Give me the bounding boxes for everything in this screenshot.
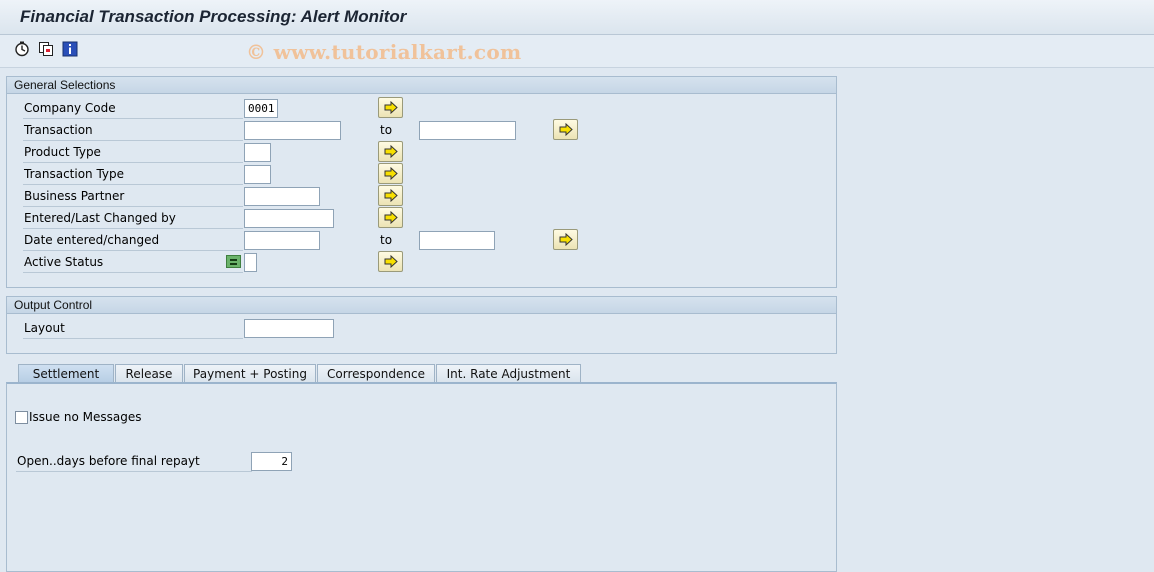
layout-label: Layout	[23, 318, 243, 339]
settlement-tab-panel: Issue no Messages Open..days before fina…	[6, 382, 837, 572]
arrow-right-icon	[384, 145, 398, 158]
transaction-type-label: Transaction Type	[23, 164, 243, 185]
arrow-right-icon	[384, 189, 398, 202]
application-toolbar: © www.tutorialkart.com	[0, 35, 1154, 68]
date-entered-changed-multiple-selection-button[interactable]	[553, 229, 578, 250]
tab-correspondence[interactable]: Correspondence	[317, 364, 435, 383]
transaction-type-input[interactable]	[244, 165, 271, 184]
title-bar: Financial Transaction Processing: Alert …	[0, 0, 1154, 35]
get-variant-icon[interactable]	[38, 41, 54, 57]
tab-settlement[interactable]: Settlement	[18, 364, 114, 383]
general-selections-group: General Selections Company Code Transact…	[6, 76, 837, 288]
tab-payment-posting[interactable]: Payment + Posting	[184, 364, 316, 383]
business-partner-label: Business Partner	[23, 186, 243, 207]
company-code-input[interactable]	[244, 99, 278, 118]
watermark: © www.tutorialkart.com	[246, 40, 522, 64]
date-entered-changed-to-input[interactable]	[419, 231, 495, 250]
page-title: Financial Transaction Processing: Alert …	[20, 7, 407, 26]
entered-changed-by-multiple-selection-button[interactable]	[378, 207, 403, 228]
product-type-label: Product Type	[23, 142, 243, 163]
transaction-to-input[interactable]	[419, 121, 516, 140]
arrow-right-icon	[559, 233, 573, 246]
date-to-label: to	[380, 233, 393, 247]
active-status-multiple-selection-button[interactable]	[378, 251, 403, 272]
tab-release[interactable]: Release	[115, 364, 183, 383]
product-type-input[interactable]	[244, 143, 271, 162]
arrow-right-icon	[559, 123, 573, 136]
equal-option-icon[interactable]	[226, 255, 241, 268]
output-control-group: Output Control Layout	[6, 296, 837, 354]
business-partner-multiple-selection-button[interactable]	[378, 185, 403, 206]
date-entered-changed-label: Date entered/changed	[23, 230, 243, 251]
execute-icon[interactable]	[14, 41, 30, 57]
transaction-multiple-selection-button[interactable]	[553, 119, 578, 140]
program-info-icon[interactable]	[62, 41, 78, 57]
active-status-label: Active Status	[23, 252, 243, 273]
open-days-label: Open..days before final repayt	[16, 451, 252, 472]
tab-int-rate-adjustment[interactable]: Int. Rate Adjustment	[436, 364, 581, 383]
transaction-to-label: to	[380, 123, 393, 137]
issue-no-messages-checkbox[interactable]	[15, 411, 28, 424]
company-code-label: Company Code	[23, 98, 243, 119]
product-type-multiple-selection-button[interactable]	[378, 141, 403, 162]
date-entered-changed-from-input[interactable]	[244, 231, 320, 250]
layout-input[interactable]	[244, 319, 334, 338]
business-partner-input[interactable]	[244, 187, 320, 206]
active-status-input[interactable]	[244, 253, 257, 272]
entered-changed-by-label: Entered/Last Changed by	[23, 208, 243, 229]
transaction-type-multiple-selection-button[interactable]	[378, 163, 403, 184]
arrow-right-icon	[384, 101, 398, 114]
company-code-multiple-selection-button[interactable]	[378, 97, 403, 118]
issue-no-messages-label: Issue no Messages	[29, 410, 142, 424]
arrow-right-icon	[384, 167, 398, 180]
transaction-from-input[interactable]	[244, 121, 341, 140]
group-title: General Selections	[7, 77, 836, 94]
arrow-right-icon	[384, 211, 398, 224]
entered-changed-by-input[interactable]	[244, 209, 334, 228]
open-days-input[interactable]	[251, 452, 292, 471]
arrow-right-icon	[384, 255, 398, 268]
transaction-label: Transaction	[23, 120, 243, 141]
group-title: Output Control	[7, 297, 836, 314]
